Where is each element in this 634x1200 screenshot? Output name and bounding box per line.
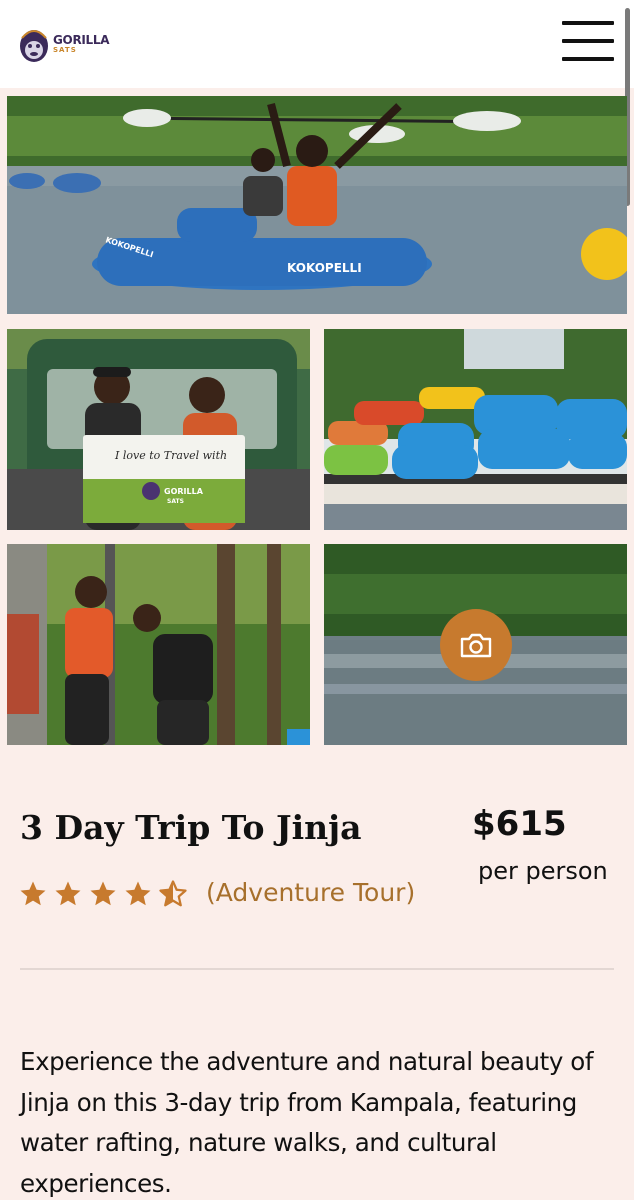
tour-price: $615 bbox=[472, 804, 567, 844]
tour-title: 3 Day Trip To Jinja bbox=[20, 808, 362, 847]
star-full-icon bbox=[55, 881, 81, 906]
gallery-photo-kayaking[interactable]: KOKOPELLI KOKOPELLI bbox=[7, 96, 627, 314]
gallery-photo-nature-walk[interactable] bbox=[7, 544, 310, 745]
sign-brand-sub: SATS bbox=[167, 498, 184, 505]
sign-brand: GORILLA bbox=[164, 487, 204, 496]
view-gallery-button[interactable] bbox=[440, 609, 512, 681]
boat-brand-text: KOKOPELLI bbox=[287, 261, 362, 275]
sign-text: I love to Travel with bbox=[114, 449, 227, 462]
gorilla-logo-icon bbox=[20, 30, 48, 62]
site-header: GORILLA SATS bbox=[0, 0, 634, 88]
star-full-icon bbox=[125, 881, 151, 906]
star-half-icon bbox=[159, 880, 187, 907]
camera-icon bbox=[460, 633, 492, 658]
brand-logo[interactable]: GORILLA SATS bbox=[18, 22, 118, 66]
tour-type-label: (Adventure Tour) bbox=[206, 878, 416, 907]
brand-name: GORILLA bbox=[53, 33, 110, 47]
tour-description: Experience the adventure and natural bea… bbox=[20, 1047, 594, 1198]
hamburger-menu-icon[interactable] bbox=[558, 18, 618, 66]
star-full-icon bbox=[90, 881, 116, 906]
rating-stars bbox=[18, 879, 190, 909]
section-divider bbox=[20, 968, 614, 970]
price-unit-label: per person bbox=[478, 857, 608, 885]
gallery-photo-kayaks-roof[interactable] bbox=[324, 329, 627, 530]
gallery-photo-travelers-sign[interactable]: I love to Travel with GORILLA SATS bbox=[7, 329, 310, 530]
brand-sub: SATS bbox=[53, 46, 77, 54]
star-full-icon bbox=[20, 881, 46, 906]
